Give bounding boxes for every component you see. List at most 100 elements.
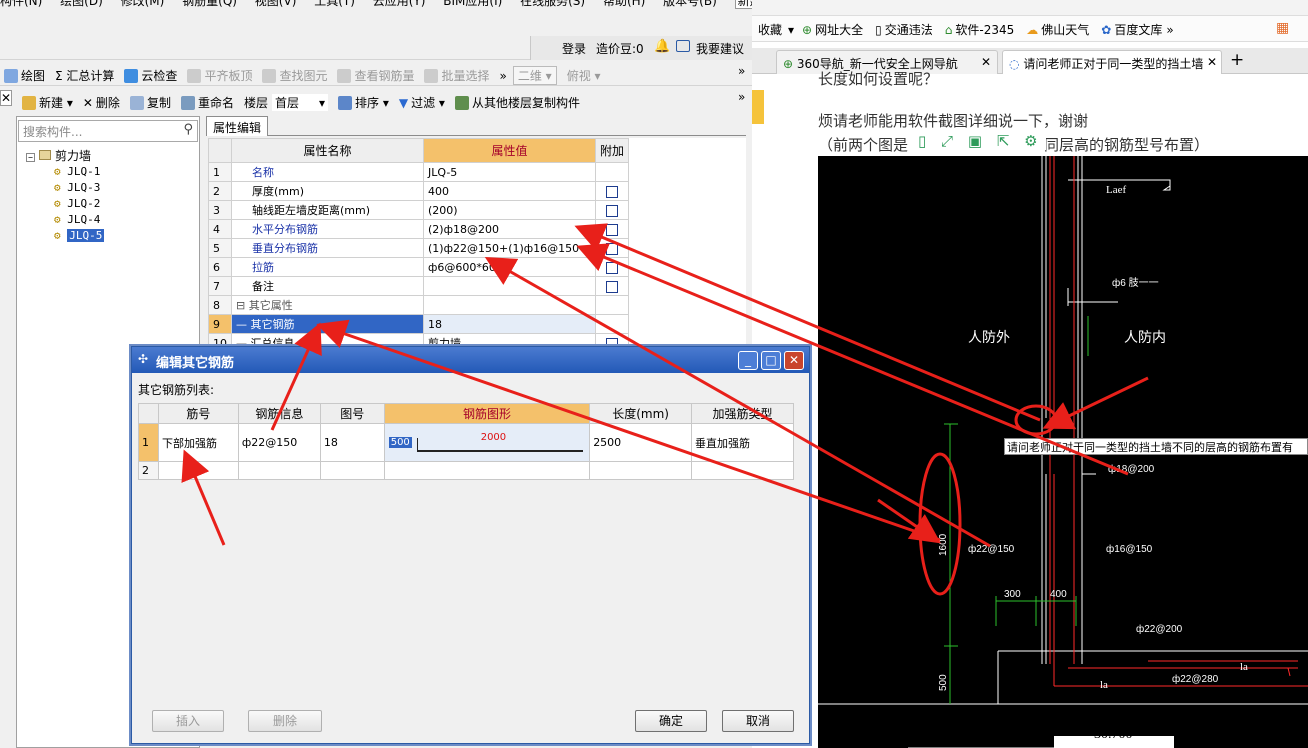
share-icon[interactable]: ⇱ (997, 132, 1010, 150)
menu-item-component[interactable]: 构件(N) (0, 0, 42, 8)
overflow-chevron-icon[interactable]: » (1166, 23, 1173, 37)
new-button[interactable]: 新建 ▾ (22, 94, 73, 111)
extra-checkbox[interactable] (606, 242, 618, 255)
shape-main-length[interactable]: 2000 (481, 432, 506, 443)
property-row[interactable]: 6 拉筋 ф6@600*600 (208, 257, 746, 277)
sum-calc-button[interactable]: Σ 汇总计算 (55, 67, 114, 84)
menu-item-new-change[interactable]: 新建变更 (734, 0, 752, 9)
tab-question[interactable]: ◌ 请问老师正对于同一类型的挡土墙 ✕ (1002, 50, 1222, 74)
close-icon[interactable]: ✕ (784, 351, 804, 370)
extra-checkbox[interactable] (606, 204, 618, 217)
prop-value[interactable] (423, 276, 596, 296)
rename-button[interactable]: 重命名 (180, 94, 234, 111)
menu-item-view[interactable]: 视图(V) (255, 0, 297, 8)
bookmark-software[interactable]: 软件-2345 (955, 21, 1014, 38)
menu-item-draw[interactable]: 绘图(D) (60, 0, 103, 8)
property-row[interactable]: 1 名称 JLQ-5 (208, 162, 746, 182)
chat-icon[interactable] (676, 40, 690, 52)
suggest-link[interactable]: 我要建议 (696, 40, 744, 57)
side-yellow-tab[interactable] (752, 90, 764, 124)
dialog-title-bar[interactable]: ✣ 编辑其它钢筋 (132, 347, 809, 373)
extra-checkbox[interactable] (606, 185, 618, 198)
cloud-check-button[interactable]: 云检查 (124, 67, 177, 84)
bell-icon[interactable]: 🔔 (654, 39, 670, 54)
close-tab-icon[interactable]: ✕ (1206, 55, 1217, 69)
maximize-icon[interactable]: □ (761, 351, 781, 370)
tree-item-selected[interactable]: ⚙ JLQ-5 (26, 228, 105, 244)
component-search-input[interactable]: 搜索构件... ⚲ (18, 120, 198, 142)
property-row-selected[interactable]: 9— 其它钢筋 18 (208, 314, 746, 334)
prop-value[interactable]: (1)ф22@150+(1)ф16@150 (423, 238, 596, 258)
prop-value[interactable]: ф6@600*600 (423, 257, 596, 277)
extra-checkbox[interactable] (606, 280, 618, 293)
find-element-button[interactable]: 查找图元 (262, 67, 327, 84)
menu-item-bim[interactable]: BIM应用(I) (443, 0, 502, 8)
flat-slab-button[interactable]: 平齐板顶 (187, 67, 252, 84)
property-row[interactable]: 8 ⊟ 其它属性 (208, 295, 746, 315)
menu-item-rebar[interactable]: 钢筋量(Q) (182, 0, 237, 8)
batch-select-button[interactable]: 批量选择 (424, 67, 490, 84)
floor-select[interactable]: 首层 ▾ (271, 94, 328, 111)
tree-item[interactable]: ⚙ JLQ-3 (26, 180, 104, 196)
prop-value[interactable]: 18 (423, 314, 596, 334)
expand-icon[interactable]: ⤢ (941, 132, 953, 150)
draw-button[interactable]: 绘图 (4, 67, 45, 84)
menu-item-modify[interactable]: 修改(M) (121, 0, 165, 8)
copy-from-floor-button[interactable]: 从其他楼层复制构件 (454, 94, 580, 111)
search-icon[interactable]: ⚲ (183, 122, 193, 137)
extra-checkbox[interactable] (606, 223, 618, 236)
insert-button[interactable]: 插入 (152, 710, 224, 732)
bar-no-cell[interactable]: 下部加强筋 (157, 423, 239, 462)
view-rebar-button[interactable]: 查看钢筋量 (337, 67, 414, 84)
prop-name[interactable]: ⊟ 其它属性 (231, 295, 424, 315)
overflow-chevron-icon-3[interactable]: » (738, 90, 745, 104)
menu-item-cloud[interactable]: 云应用(Y) (373, 0, 426, 8)
bar-info-cell[interactable] (237, 461, 321, 480)
bookmark-baidu-wenku[interactable]: 百度文库 (1114, 21, 1162, 38)
tree-item[interactable]: ⚙ JLQ-4 (26, 212, 104, 228)
view-mode-select[interactable]: 俯视 ▾ (567, 67, 601, 84)
bookmark-weather[interactable]: 佛山天气 (1041, 21, 1089, 38)
fig-no-cell[interactable] (319, 461, 385, 480)
menu-item-tools[interactable]: 工具(T) (314, 0, 355, 8)
stiffener-type-cell[interactable] (691, 461, 794, 480)
collapse-icon[interactable]: − (26, 153, 35, 162)
menu-item-version[interactable]: 版本号(B) (663, 0, 717, 8)
save-icon[interactable]: ▣ (968, 132, 982, 150)
length-cell[interactable] (589, 461, 693, 480)
menu-item-online[interactable]: 在线服务(S) (520, 0, 585, 8)
property-row[interactable]: 4 水平分布钢筋 (2)ф18@200 (208, 219, 746, 239)
shape-cell[interactable] (383, 461, 591, 480)
property-row[interactable]: 3 轴线距左墙皮距离(mm) (200) (208, 200, 746, 220)
ok-button[interactable]: 确定 (635, 710, 707, 732)
extra-checkbox[interactable] (606, 261, 618, 274)
close-panel-icon[interactable]: ✕ (0, 90, 12, 106)
remove-button[interactable]: 删除 (248, 710, 322, 732)
bar-no-cell[interactable] (157, 461, 239, 480)
shape-left-length[interactable]: 500 (388, 437, 412, 448)
property-row[interactable]: 7 备注 (208, 276, 746, 296)
stiffener-type-cell[interactable]: 垂直加强筋 (691, 423, 794, 462)
overflow-chevron-icon-2[interactable]: » (738, 64, 745, 78)
fig-no-cell[interactable]: 18 (319, 423, 385, 462)
prop-value[interactable]: 400 (423, 181, 596, 201)
delete-button[interactable]: ✕ 删除 (83, 94, 120, 111)
tree-root[interactable]: − 剪力墙 (26, 148, 104, 164)
property-row[interactable]: 5 垂直分布钢筋 (1)ф22@150+(1)ф16@150 (208, 238, 746, 258)
new-tab-icon[interactable]: + (1230, 50, 1244, 70)
tab-property-edit[interactable]: 属性编辑 (206, 116, 269, 136)
minimize-icon[interactable]: _ (738, 351, 758, 370)
chevron-down-icon[interactable]: ▾ (788, 23, 794, 37)
prop-value[interactable]: (2)ф18@200 (423, 219, 596, 239)
filter-button[interactable]: ▼ 过滤 ▾ (399, 94, 445, 111)
view-2d-select[interactable]: 二维 ▾ (512, 66, 557, 85)
copy-button[interactable]: 复制 (129, 94, 171, 111)
prop-value[interactable]: (200) (423, 200, 596, 220)
tree-item[interactable]: ⚙ JLQ-2 (26, 196, 104, 212)
gear-icon[interactable]: ⚙ (1024, 132, 1037, 150)
sort-button[interactable]: 排序 ▾ (337, 94, 389, 111)
rebar-row[interactable]: 2 (138, 461, 794, 480)
overflow-chevron-icon[interactable]: » (500, 69, 507, 83)
length-cell[interactable]: 2500 (589, 423, 693, 462)
bookmark-traffic[interactable]: 交通违法 (885, 21, 933, 38)
